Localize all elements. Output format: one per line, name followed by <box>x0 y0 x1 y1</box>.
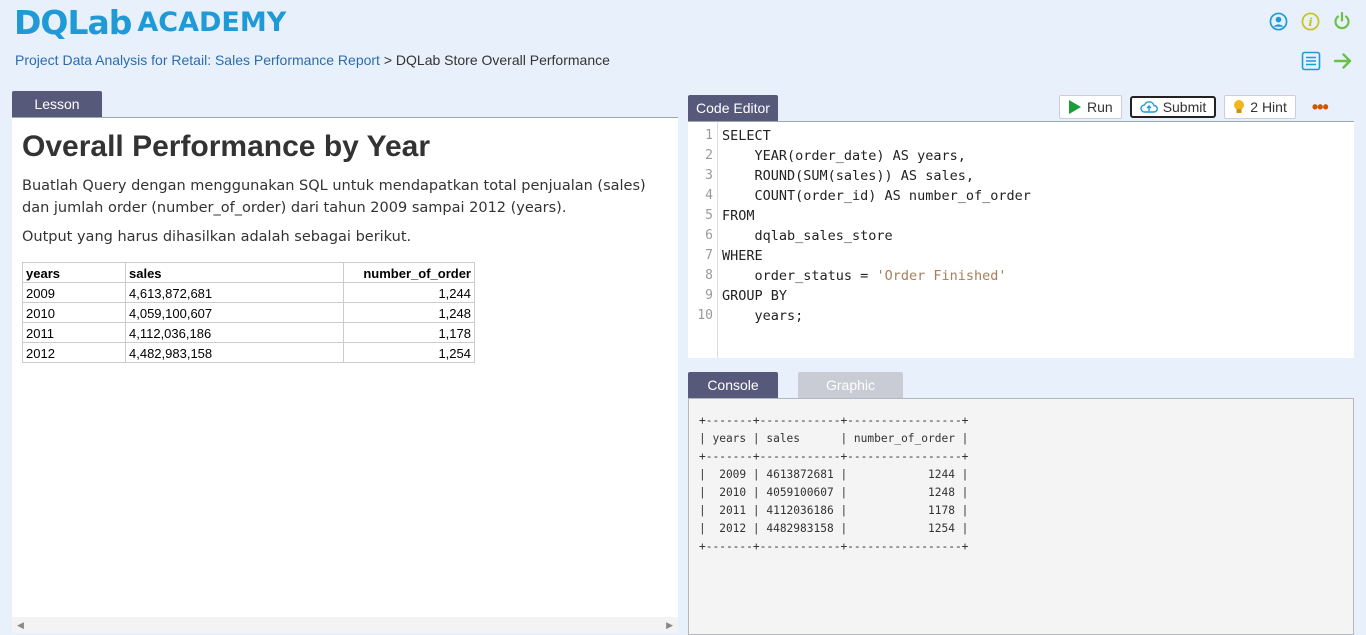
table-header: number_of_order <box>343 262 475 283</box>
lightbulb-icon <box>1234 100 1245 113</box>
table-cell: 4,482,983,158 <box>125 342 344 363</box>
code-line: order_status = 'Order Finished' <box>722 268 1007 284</box>
tab-lesson[interactable]: Lesson <box>12 91 102 117</box>
code-string-literal: 'Order Finished' <box>876 268 1007 284</box>
scroll-left-arrow-icon[interactable]: ◀ <box>17 620 24 631</box>
code-line: GROUP BY <box>722 288 788 304</box>
cloud-upload-icon <box>1140 101 1158 113</box>
submit-button[interactable]: Submit <box>1129 96 1217 118</box>
scroll-right-arrow-icon[interactable]: ▶ <box>666 620 673 631</box>
run-button[interactable]: Run <box>1059 95 1122 119</box>
editor-toolbar: Run Submit 2 Hint ••• <box>1059 95 1329 119</box>
table-cell: 4,059,100,607 <box>125 302 344 323</box>
tab-console[interactable]: Console <box>688 372 778 398</box>
tab-graphic[interactable]: Graphic <box>798 372 903 398</box>
console-output-text: +-------+------------+-----------------+… <box>699 414 969 553</box>
table-cell: 2009 <box>22 282 126 303</box>
tab-code-editor[interactable]: Code Editor <box>688 95 778 121</box>
submit-button-label: Submit <box>1162 99 1207 115</box>
table-cell: 2012 <box>22 342 126 363</box>
table-row: 2012 4,482,983,158 1,254 <box>22 342 475 363</box>
table-header: sales <box>125 262 344 283</box>
code-line: SELECT <box>722 128 771 144</box>
code-editor[interactable]: 1 2 3 4 5 6 7 8 9 10 SELECT YEAR(order_d… <box>688 121 1354 358</box>
user-icon[interactable] <box>1268 11 1288 31</box>
line-number: 8 <box>705 268 713 283</box>
table-cell: 4,112,036,186 <box>125 322 344 343</box>
hint-button[interactable]: 2 Hint <box>1224 95 1296 119</box>
table-row: 2009 4,613,872,681 1,244 <box>22 282 475 303</box>
breadcrumb: Project Data Analysis for Retail: Sales … <box>15 52 610 68</box>
line-number: 2 <box>705 148 713 163</box>
header-icons: i <box>1268 11 1352 31</box>
breadcrumb-current: DQLab Store Overall Performance <box>395 52 610 68</box>
expected-output-table: years sales number_of_order 2009 4,613,8… <box>22 262 475 363</box>
logo-text-dqlab: DQLab <box>14 2 132 42</box>
line-number: 7 <box>705 248 713 263</box>
line-number: 9 <box>705 288 713 303</box>
lesson-title: Overall Performance by Year <box>22 130 431 163</box>
lesson-instruction: Buatlah Query dengan menggunakan SQL unt… <box>22 178 646 216</box>
nav-icons <box>1300 50 1354 72</box>
more-options-icon[interactable]: ••• <box>1312 97 1329 118</box>
lesson-output-note: Output yang harus dihasilkan adalah seba… <box>22 229 412 245</box>
table-header: years <box>22 262 126 283</box>
line-number: 1 <box>705 128 713 143</box>
run-button-label: Run <box>1087 99 1113 115</box>
table-cell: 4,613,872,681 <box>125 282 344 303</box>
table-cell: 1,244 <box>343 282 475 303</box>
line-number: 6 <box>705 228 713 243</box>
info-icon[interactable]: i <box>1300 11 1320 31</box>
next-arrow-icon[interactable] <box>1332 50 1354 72</box>
line-number: 3 <box>705 168 713 183</box>
svg-text:i: i <box>1308 14 1312 28</box>
table-row: 2010 4,059,100,607 1,248 <box>22 302 475 323</box>
table-cell: 2011 <box>22 322 126 343</box>
table-cell: 1,254 <box>343 342 475 363</box>
dqlab-logo[interactable]: DQLab ACADEMY <box>14 2 286 42</box>
breadcrumb-parent-link[interactable]: Project Data Analysis for Retail: Sales … <box>15 52 380 68</box>
line-number: 10 <box>697 308 713 323</box>
table-row: 2011 4,112,036,186 1,178 <box>22 322 475 343</box>
code-line: ROUND(SUM(sales)) AS sales, <box>722 168 974 184</box>
power-icon[interactable] <box>1332 11 1352 31</box>
logo-text-academy: ACADEMY <box>137 6 287 38</box>
table-cell: 2010 <box>22 302 126 323</box>
play-icon <box>1069 100 1081 114</box>
console-output-panel: +-------+------------+-----------------+… <box>688 398 1354 635</box>
code-line: WHERE <box>722 248 763 264</box>
code-line: dqlab_sales_store <box>722 228 893 244</box>
list-icon[interactable] <box>1300 50 1322 72</box>
hint-button-label: 2 Hint <box>1250 99 1287 115</box>
code-line: years; <box>722 308 804 324</box>
table-header-row: years sales number_of_order <box>22 262 475 283</box>
breadcrumb-separator: > <box>383 52 393 68</box>
code-text: order_status = <box>722 268 877 284</box>
table-cell: 1,178 <box>343 322 475 343</box>
line-number-gutter: 1 2 3 4 5 6 7 8 9 10 <box>688 122 718 358</box>
line-number: 4 <box>705 188 713 203</box>
code-line: FROM <box>722 208 755 224</box>
lesson-horizontal-scrollbar[interactable]: ◀ ▶ <box>12 617 678 633</box>
code-line: YEAR(order_date) AS years, <box>722 148 966 164</box>
table-cell: 1,248 <box>343 302 475 323</box>
line-number: 5 <box>705 208 713 223</box>
code-line: COUNT(order_id) AS number_of_order <box>722 188 1031 204</box>
